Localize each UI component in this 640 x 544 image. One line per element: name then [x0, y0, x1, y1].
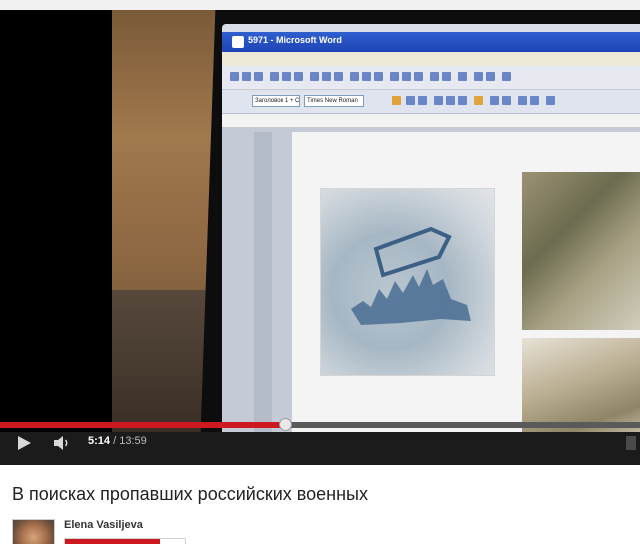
word-toolbar-standard: [222, 66, 640, 90]
play-button[interactable]: [14, 434, 34, 452]
video-player[interactable]: 5971 - Microsoft Word Заголовок 1 + С Ti…: [0, 10, 640, 465]
time-display: 5:14 / 13:59: [88, 435, 147, 447]
word-icon: [232, 36, 244, 48]
clothing-photo: [522, 338, 640, 432]
monitor-screen: 5971 - Microsoft Word Заголовок 1 + С Ti…: [222, 24, 640, 432]
avatar[interactable]: [12, 519, 55, 544]
word-titlebar: 5971 - Microsoft Word: [222, 32, 640, 52]
progress-bar[interactable]: [0, 418, 640, 431]
word-window-title: 5971 - Microsoft Word: [248, 35, 342, 45]
progress-bar-fill: [0, 422, 286, 428]
page: 5971 - Microsoft Word Заголовок 1 + С Ti…: [0, 0, 640, 544]
word-menubar: [222, 52, 640, 66]
channel-row: Elena Vasiljeva: [12, 517, 632, 544]
time-separator: /: [110, 435, 120, 447]
subscribe-fill: [65, 539, 160, 544]
jacket-photo: [522, 172, 640, 330]
play-icon: [18, 436, 31, 450]
volume-icon: [54, 436, 68, 450]
settings-control[interactable]: [626, 436, 636, 450]
tattoo-drawing: [351, 226, 471, 325]
video-frame[interactable]: 5971 - Microsoft Word Заголовок 1 + С Ti…: [0, 10, 640, 432]
video-title: В поисках пропавших российских военных: [12, 484, 368, 504]
subscribe-button[interactable]: [64, 538, 186, 544]
word-left-ruler: [254, 132, 272, 432]
top-bar: [0, 0, 640, 10]
word-ruler: [222, 114, 640, 128]
word-font-box: Times New Roman: [304, 95, 364, 107]
current-time: 5:14: [88, 435, 111, 447]
volume-button[interactable]: [52, 434, 72, 452]
video-object-bg: [112, 290, 212, 432]
word-toolbar-format: Заголовок 1 + С Times New Roman: [222, 90, 640, 114]
word-style-box: Заголовок 1 + С: [252, 95, 300, 107]
channel-name[interactable]: Elena Vasiljeva: [64, 519, 143, 531]
tattoo-photo: [320, 188, 495, 376]
duration: 13:59: [119, 435, 147, 447]
word-document-area: [222, 128, 640, 432]
